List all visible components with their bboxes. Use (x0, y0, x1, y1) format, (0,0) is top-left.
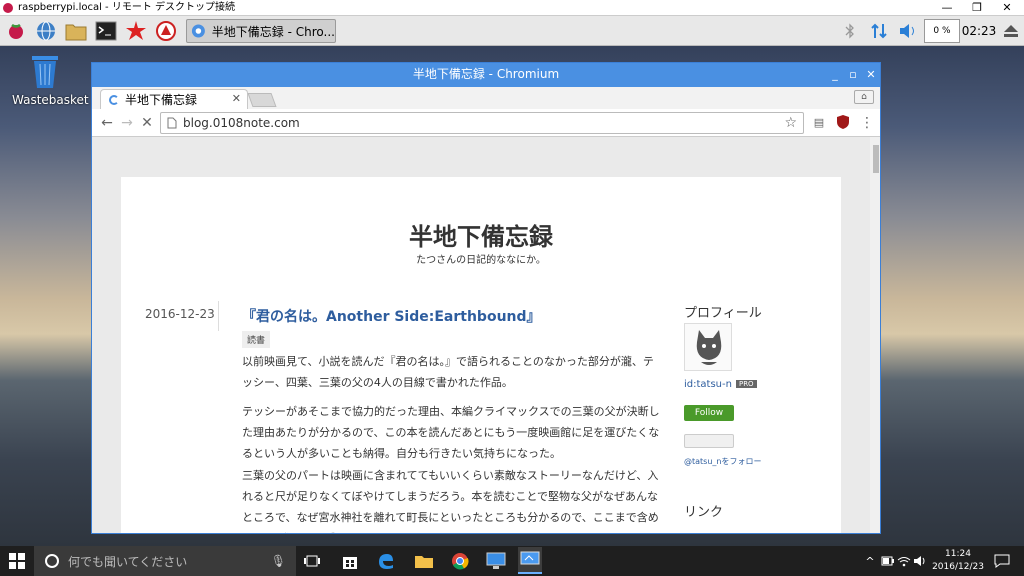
forward-arrow-icon[interactable]: → (118, 114, 136, 132)
cat-icon (696, 330, 722, 365)
blog-subtitle: たつさんの日記的ななにか。 (416, 255, 546, 266)
back-arrow-icon[interactable]: ← (98, 114, 116, 132)
blog-page: 半地下備忘録 たつさんの日記的ななにか。 2016-12-23 『君の名は。An… (121, 177, 841, 533)
page-info-icon[interactable] (167, 117, 177, 129)
cortana-icon (45, 554, 59, 568)
rdp-close-button[interactable]: ✕ (992, 0, 1022, 16)
rdp-window-title: raspberrypi.local - リモート デスクトップ接続 (18, 2, 236, 13)
post-paragraph: 三葉の父のパートは映画に含まれててもいいくらい素敵なストーリーなんだけど、入れる… (242, 469, 659, 533)
twitter-follow-link[interactable]: @tatsu_nをフォロー (684, 456, 761, 467)
window-minimize-button[interactable]: _ (826, 63, 844, 87)
taskbar-time: 11:24 (945, 549, 971, 559)
links-heading: リンク (684, 505, 724, 520)
profile-id-link[interactable]: id:tatsu-n PRO (684, 379, 757, 390)
wifi-icon[interactable] (896, 549, 912, 573)
wastebasket-label: Wastebasket (12, 93, 89, 107)
cpu-usage-text: 0 % (933, 26, 951, 36)
window-title: 半地下備忘録 - Chromium (412, 67, 560, 81)
bookmark-star-icon[interactable]: ☆ (784, 113, 797, 133)
page-scrollbar[interactable] (870, 137, 880, 533)
battery-icon[interactable] (880, 549, 896, 573)
scrollbar-thumb[interactable] (873, 145, 879, 173)
microphone-icon[interactable]: 🎙 (271, 554, 286, 568)
post-date[interactable]: 2016-12-23 (145, 307, 215, 321)
show-hidden-icons-icon[interactable]: ^ (862, 549, 878, 573)
raspberry-icon (3, 3, 13, 13)
profile-id-text: id:tatsu-n (684, 379, 732, 390)
pro-badge: PRO (735, 380, 757, 388)
tab-title: 半地下備忘録 (125, 93, 198, 107)
action-center-icon[interactable] (990, 549, 1014, 573)
taskbar-date: 2016/12/23 (932, 562, 984, 572)
tab-strip: 半地下備忘録 ✕ ⌂ (92, 87, 880, 109)
web-content: 半地下備忘録 たつさんの日記的ななにか。 2016-12-23 『君の名は。An… (92, 137, 870, 533)
top-panel: 半地下備忘録 - Chro... 0 % 02:23 (0, 16, 1024, 46)
cpu-monitor: 0 % (924, 19, 960, 43)
trash-icon (32, 56, 58, 88)
wastebasket-desktop-icon[interactable]: Wastebasket (12, 54, 89, 107)
window-maximize-button[interactable]: ▫ (844, 63, 862, 87)
task-view-icon[interactable] (300, 549, 324, 573)
store-icon[interactable] (338, 549, 362, 573)
url-text: blog.0108note.com (183, 116, 300, 130)
file-explorer-icon[interactable] (412, 549, 436, 573)
post-paragraph: テッシーがあそこまで協力的だった理由、本編クライマックスでの三葉の父が決断した理… (242, 405, 660, 460)
stop-loading-icon[interactable]: ✕ (138, 114, 156, 132)
cortana-search-box[interactable]: 何でも聞いてください 🎙 (34, 546, 296, 576)
rdp-minimize-button[interactable]: — (932, 0, 962, 16)
post-title-link[interactable]: 『君の名は。Another Side:Earthbound』 (242, 306, 541, 326)
new-tab-button[interactable] (247, 93, 277, 107)
network-icon[interactable] (868, 19, 890, 43)
volume-icon[interactable] (896, 19, 920, 43)
wolfram-icon[interactable] (154, 19, 178, 43)
eject-icon[interactable] (1000, 19, 1022, 43)
panel-clock[interactable]: 02:23 (962, 19, 997, 43)
taskbar-clock[interactable]: 11:24 2016/12/23 (932, 548, 984, 574)
task-label: 半地下備忘録 - Chro... (211, 24, 335, 39)
avatar[interactable] (684, 323, 732, 371)
extension-icon[interactable]: ▤ (810, 114, 828, 132)
date-divider (218, 301, 219, 331)
window-close-button[interactable]: ✕ (862, 63, 880, 87)
rdp-window-titlebar: raspberrypi.local - リモート デスクトップ接続 — ❐ ✕ (0, 0, 1024, 16)
tab-close-icon[interactable]: ✕ (232, 92, 241, 105)
speaker-icon[interactable] (912, 549, 928, 573)
remote-desktop-icon[interactable] (484, 549, 508, 573)
rdp-maximize-button[interactable]: ❐ (962, 0, 992, 16)
blog-title[interactable]: 半地下備忘録 (121, 217, 841, 252)
taskbar-chromium-task[interactable]: 半地下備忘録 - Chro... (186, 19, 336, 43)
raspberry-menu-icon[interactable] (4, 19, 28, 43)
browser-toolbar: ← → ✕ blog.0108note.com ☆ ▤ ⋮ (92, 109, 880, 137)
follow-label: Follow (694, 408, 724, 418)
profile-heading: プロフィール (684, 306, 762, 321)
edge-icon[interactable] (374, 549, 398, 573)
follow-button[interactable]: Follow (684, 405, 734, 421)
chromium-titlebar: 半地下備忘録 - Chromium _ ▫ ✕ (92, 63, 880, 87)
ublock-icon[interactable] (834, 114, 852, 132)
bluetooth-icon[interactable] (842, 19, 858, 43)
windows-taskbar: 何でも聞いてください 🎙 ^ 11:24 2016/12/23 (0, 546, 1024, 576)
math-kernel-icon[interactable] (124, 19, 148, 43)
loading-spinner-icon (109, 94, 119, 105)
chromium-window: 半地下備忘録 - Chromium _ ▫ ✕ 半地下備忘録 ✕ ⌂ ← → ✕… (91, 62, 881, 534)
address-bar[interactable]: blog.0108note.com ☆ (160, 112, 804, 134)
chromium-icon (191, 24, 205, 38)
search-placeholder: 何でも聞いてください (68, 554, 188, 569)
chrome-icon[interactable] (448, 549, 472, 573)
post-category-tag[interactable]: 読書 (242, 331, 271, 348)
web-browser-icon[interactable] (34, 19, 58, 43)
post-paragraph: 以前映画見て、小説を読んだ『君の名は。』で語られることのなかった部分が瀧、テッシ… (242, 355, 654, 389)
menu-kebab-icon[interactable]: ⋮ (858, 114, 876, 132)
windows-start-icon[interactable] (5, 549, 29, 573)
file-manager-icon[interactable] (64, 19, 88, 43)
remote-desktop-active-icon[interactable] (518, 547, 542, 574)
browser-tab-active[interactable]: 半地下備忘録 ✕ (100, 89, 248, 109)
terminal-icon[interactable] (94, 19, 118, 43)
twitter-follow-widget[interactable] (684, 434, 734, 448)
profile-icon[interactable]: ⌂ (854, 90, 874, 104)
